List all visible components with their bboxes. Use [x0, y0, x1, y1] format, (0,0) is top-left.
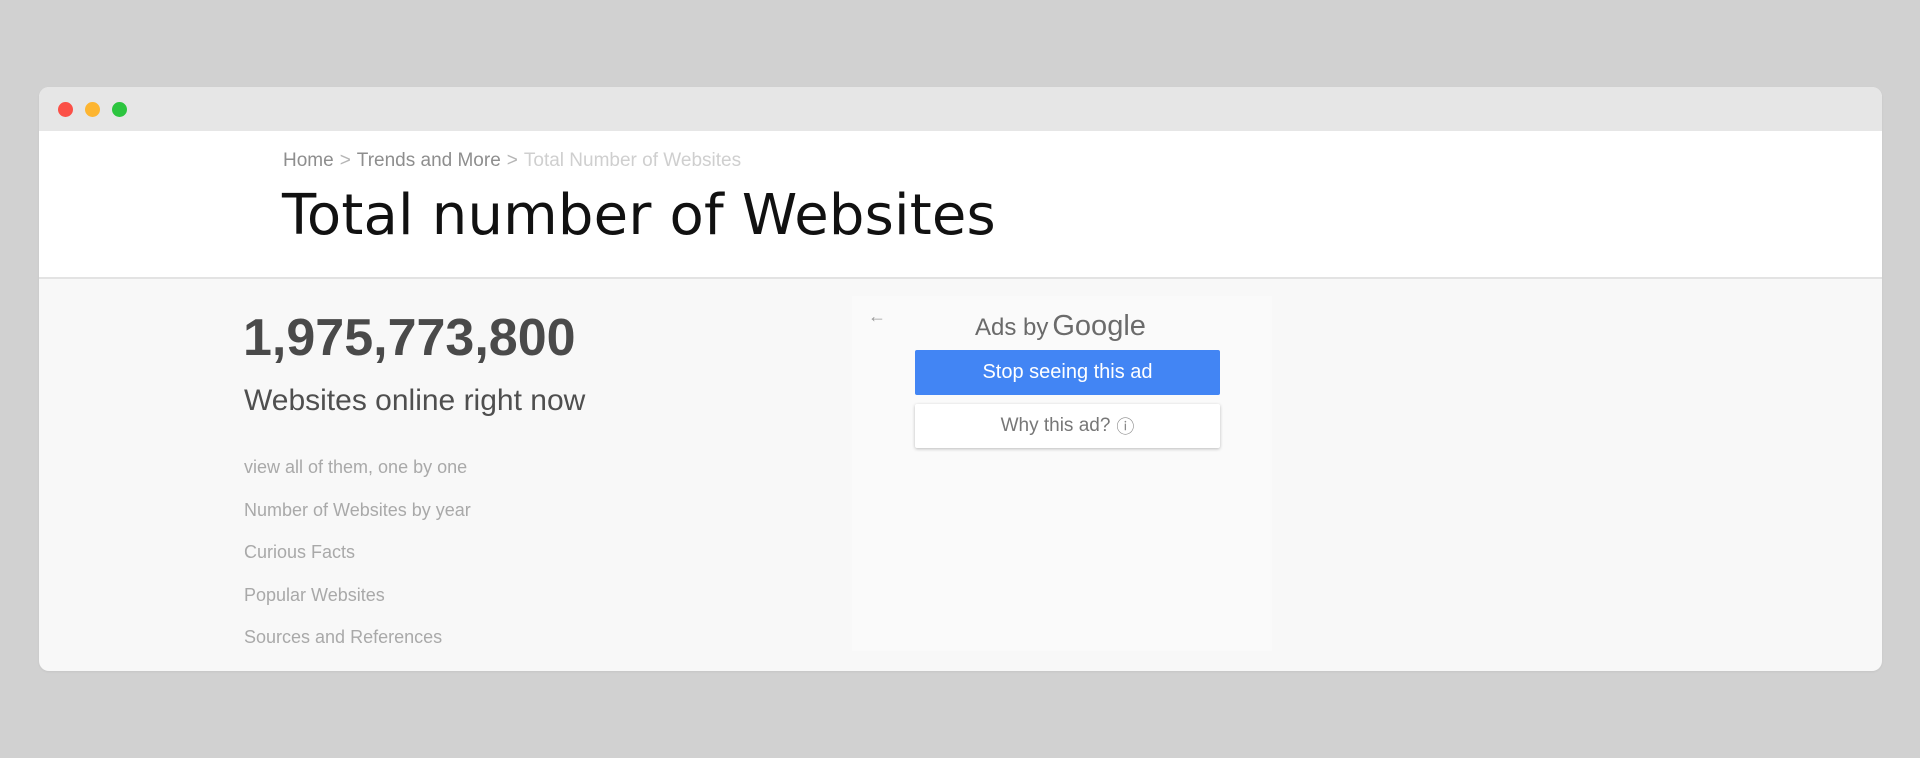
breadcrumb-current: Total Number of Websites: [523, 150, 742, 171]
breadcrumb: Home > Trends and More > Total Number of Web…: [283, 150, 741, 172]
section-links: view all of them, one by one Number of W…: [244, 456, 471, 669]
link-sources[interactable]: Sources and References: [244, 626, 471, 669]
ads-by-google: Ads by Google: [975, 310, 1146, 343]
page-header: Home > Trends and More > Total Number of Web…: [39, 131, 1882, 279]
page-title: Total number of Websites: [282, 183, 996, 248]
breadcrumb-trends[interactable]: Trends and More: [357, 150, 501, 171]
info-icon: ⓘ: [1116, 417, 1135, 437]
close-window-button[interactable]: [58, 102, 73, 117]
link-view-all[interactable]: view all of them, one by one: [244, 456, 471, 499]
breadcrumb-separator: >: [506, 150, 518, 171]
link-popular-websites[interactable]: Popular Websites: [244, 584, 471, 627]
breadcrumb-home[interactable]: Home: [283, 150, 334, 171]
website-counter: 1,975,773,800: [243, 309, 576, 367]
link-curious-facts[interactable]: Curious Facts: [244, 541, 471, 584]
minimize-window-button[interactable]: [85, 102, 100, 117]
maximize-window-button[interactable]: [112, 102, 127, 117]
breadcrumb-separator: >: [339, 150, 351, 171]
link-websites-by-year[interactable]: Number of Websites by year: [244, 499, 471, 542]
stop-seeing-ad-button[interactable]: Stop seeing this ad: [915, 350, 1220, 395]
why-this-ad-button[interactable]: Why this ad? ⓘ: [915, 404, 1220, 448]
why-this-ad-label: Why this ad?: [1000, 415, 1111, 436]
window-titlebar: [39, 87, 1882, 131]
back-arrow-icon[interactable]: ←: [868, 306, 886, 327]
ads-by-label: Ads by: [975, 314, 1049, 341]
google-logo: Google: [1052, 310, 1146, 342]
counter-caption: Websites online right now: [244, 384, 586, 417]
